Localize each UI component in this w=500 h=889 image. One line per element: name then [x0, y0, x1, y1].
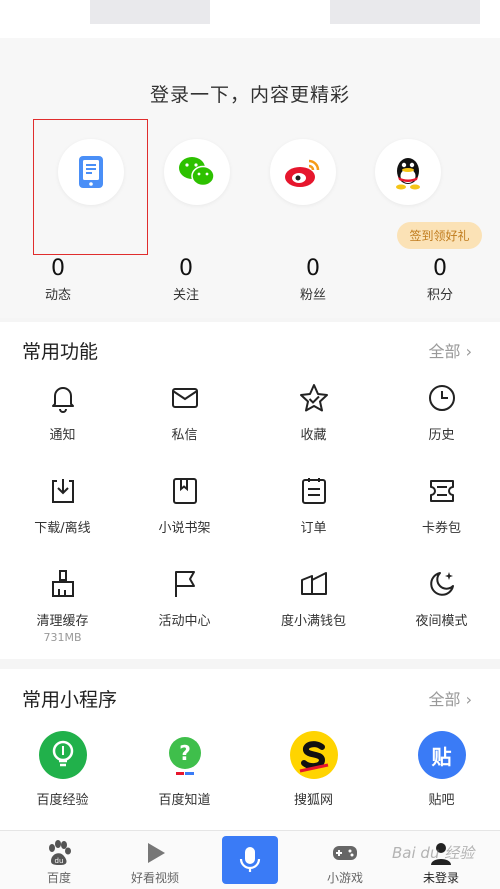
- stat-follow-count[interactable]: 0: [146, 256, 226, 281]
- function-notification[interactable]: 通知: [0, 382, 125, 443]
- function-label: 私信: [171, 428, 198, 443]
- view-all-label: 全部: [428, 342, 461, 361]
- svg-text:?: ?: [179, 741, 191, 765]
- function-night-mode[interactable]: 夜间模式: [379, 568, 500, 629]
- mini-program-baidu-zhidao[interactable]: ? 百度知道: [122, 731, 247, 808]
- microphone-icon: [239, 847, 261, 872]
- function-label: 清理缓存: [36, 614, 89, 629]
- stat-points-count[interactable]: 0: [400, 256, 480, 281]
- function-activity-center[interactable]: 活动中心: [122, 568, 247, 629]
- view-all-label: 全部: [428, 690, 461, 709]
- function-label: 小说书架: [158, 521, 211, 536]
- baidu-paw-icon: du: [49, 840, 71, 865]
- mini-program-tieba[interactable]: 贴 贴吧: [379, 731, 500, 808]
- svg-text:du: du: [55, 857, 64, 865]
- function-favorite[interactable]: 收藏: [251, 382, 376, 443]
- download-icon: [51, 479, 74, 503]
- tieba-icon: 贴: [417, 731, 466, 779]
- mini-program-label: 百度经验: [36, 793, 89, 808]
- stat-fans-count[interactable]: 0: [273, 256, 353, 281]
- function-label: 通知: [49, 428, 76, 443]
- cache-size: 731MB: [43, 631, 82, 644]
- status-bar-blur: [90, 0, 210, 24]
- nav-mini-games[interactable]: 小游戏: [295, 831, 395, 889]
- highlight-box: [33, 119, 148, 255]
- function-label: 订单: [300, 521, 327, 536]
- sohu-icon: [289, 731, 338, 779]
- moon-icon: [429, 572, 454, 596]
- function-coupons[interactable]: 卡券包: [379, 475, 500, 536]
- flag-icon: [174, 571, 195, 597]
- bell-icon: [51, 387, 74, 413]
- function-label: 夜间模式: [415, 614, 468, 629]
- play-icon: [148, 843, 165, 863]
- stat-dynamic-label: 动态: [44, 288, 71, 303]
- baidu-jingyan-icon: [38, 731, 87, 779]
- function-history[interactable]: 历史: [379, 382, 500, 443]
- baidu-zhidao-icon: ?: [160, 731, 209, 779]
- gamepad-icon: [333, 846, 357, 860]
- chevron-right-icon: ›: [465, 342, 472, 361]
- section-title: 常用功能: [22, 341, 99, 363]
- bookmark-icon: [172, 478, 197, 504]
- function-label: 活动中心: [158, 614, 211, 629]
- function-label: 历史: [428, 428, 455, 443]
- broom-icon: [51, 570, 74, 597]
- mini-program-label: 搜狐网: [293, 793, 333, 808]
- nav-label: 未登录: [422, 871, 459, 885]
- chevron-right-icon: ›: [465, 690, 472, 709]
- stat-follow-label: 关注: [172, 288, 199, 303]
- function-orders[interactable]: 订单: [251, 475, 376, 536]
- watermark: Bai du 经验: [392, 844, 475, 862]
- mini-program-sohu[interactable]: 搜狐网: [251, 731, 376, 808]
- nav-haokan-video[interactable]: 好看视频: [105, 831, 205, 889]
- coupon-icon: [429, 480, 454, 502]
- wechat-icon: [179, 157, 215, 187]
- wechat-login-button[interactable]: [164, 139, 230, 205]
- wallet-icon: [300, 572, 327, 595]
- view-all-link[interactable]: 全部 ›: [428, 686, 472, 710]
- nav-label: 小游戏: [326, 871, 363, 885]
- stat-fans-label: 粉丝: [299, 288, 326, 303]
- view-all-link[interactable]: 全部 ›: [428, 338, 472, 362]
- function-label: 收藏: [300, 428, 327, 443]
- function-label: 度小满钱包: [280, 614, 346, 629]
- function-bookshelf[interactable]: 小说书架: [122, 475, 247, 536]
- login-prompt[interactable]: 登录一下，内容更精彩: [0, 80, 500, 107]
- weibo-login-button[interactable]: [270, 139, 336, 205]
- status-bar-blur: [330, 0, 480, 24]
- mini-program-label: 贴吧: [428, 793, 455, 808]
- stat-points-label: 积分: [426, 288, 453, 303]
- common-functions-section: 常用功能 全部 › 通知 私信 收藏 历史 下载/离线 小说书架 订单 卡券包 …: [0, 322, 500, 659]
- function-message[interactable]: 私信: [122, 382, 247, 443]
- function-download[interactable]: 下载/离线: [0, 475, 125, 536]
- nav-baidu[interactable]: du 百度: [9, 831, 109, 889]
- weibo-icon: [285, 159, 320, 187]
- function-clear-cache[interactable]: 清理缓存 731MB: [0, 568, 125, 644]
- nav-label: 好看视频: [130, 871, 179, 885]
- function-label: 卡券包: [421, 521, 461, 536]
- mini-program-label: 百度知道: [158, 793, 211, 808]
- status-bar: [0, 0, 500, 38]
- mail-icon: [171, 388, 198, 408]
- checkin-badge[interactable]: 签到领好礼: [397, 222, 482, 249]
- tieba-glyph: 贴: [431, 744, 452, 769]
- function-label: 下载/离线: [34, 521, 91, 536]
- clock-icon: [428, 385, 455, 411]
- function-wallet[interactable]: 度小满钱包: [251, 568, 376, 629]
- qq-login-button[interactable]: [375, 139, 441, 205]
- mini-programs-section: 常用小程序 全部 › 百度经验 ? 百度知道 搜狐网 贴 贴吧: [0, 669, 500, 830]
- nav-label: 百度: [46, 871, 71, 885]
- mini-program-baidu-jingyan[interactable]: 百度经验: [0, 731, 125, 808]
- stat-dynamic-count[interactable]: 0: [18, 256, 98, 281]
- star-icon: [299, 384, 328, 412]
- section-title: 常用小程序: [22, 689, 118, 711]
- voice-search-button[interactable]: [222, 836, 278, 884]
- order-icon: [301, 478, 326, 504]
- qq-icon: [396, 158, 420, 190]
